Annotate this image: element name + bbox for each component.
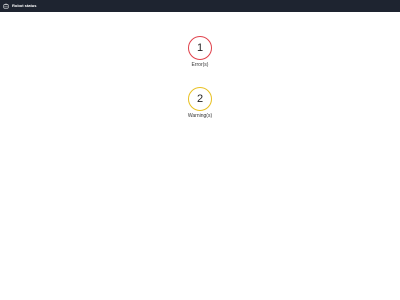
errors-label: Error(s) [191,62,209,68]
warnings-label: Warning(s) [187,113,213,119]
warnings-status: 2 Warning(s) [180,87,220,119]
errors-status: 1 Error(s) [180,36,220,68]
errors-count-circle[interactable]: 1 [188,36,212,60]
page-title: Robot status [12,3,37,8]
robot-icon [3,3,9,9]
errors-count: 1 [196,41,204,54]
top-bar: Robot status [0,0,400,12]
warnings-count: 2 [196,92,204,105]
warnings-count-circle[interactable]: 2 [188,87,212,111]
